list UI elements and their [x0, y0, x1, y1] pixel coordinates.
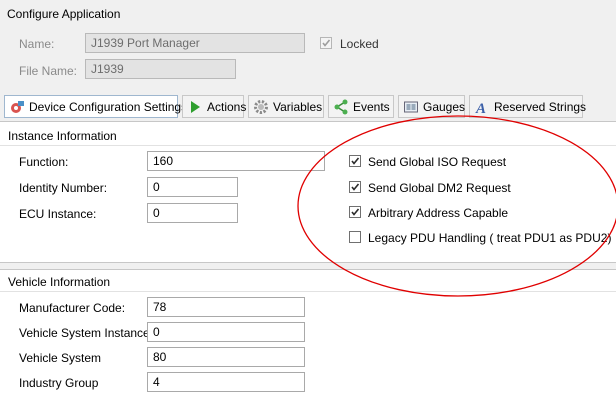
highlight-ellipse-annotation	[297, 115, 616, 297]
